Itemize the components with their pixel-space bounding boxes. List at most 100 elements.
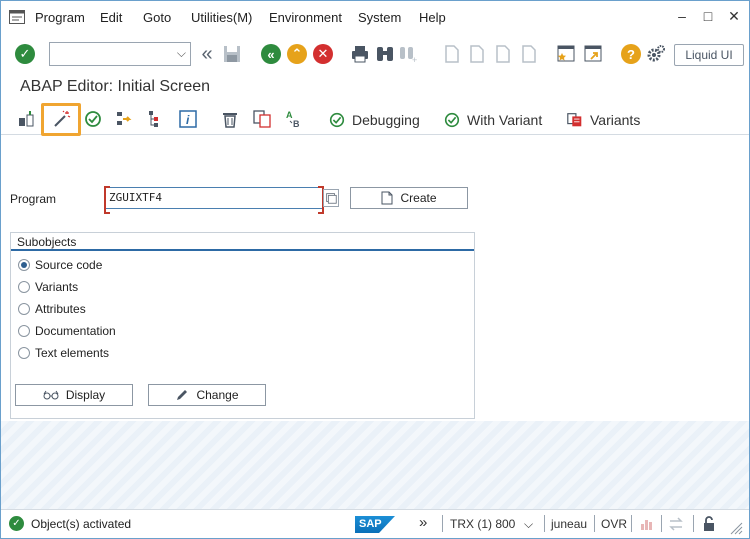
radio-button[interactable]	[18, 347, 30, 359]
change-button[interactable]: Change	[148, 384, 266, 406]
rename-icon[interactable]: A B	[284, 109, 304, 129]
radio-label: Source code	[35, 258, 103, 272]
close-window-icon[interactable]: ✕	[727, 8, 741, 24]
divider	[544, 515, 545, 532]
sap-gui-window: Program Edit Goto Utilities(M) Environme…	[0, 0, 750, 539]
application-toolbar: i A B Debugging With Variant Variants	[1, 103, 749, 136]
window-menu-icon[interactable]	[9, 10, 25, 24]
program-input[interactable]: ZGUIXTF4	[104, 186, 324, 214]
insert-mode: OVR	[601, 517, 628, 531]
create-label: Create	[400, 191, 437, 205]
resize-grip-icon[interactable]	[729, 521, 743, 535]
divider	[442, 515, 443, 532]
back-icon[interactable]: «	[261, 44, 281, 64]
previous-page-icon[interactable]	[467, 44, 487, 64]
exit-icon[interactable]: ⌃	[287, 44, 307, 64]
radio-label: Documentation	[35, 324, 116, 338]
help-icon[interactable]: ?	[621, 44, 641, 64]
radio-label: Text elements	[35, 346, 110, 360]
cancel-icon[interactable]: ✕	[313, 44, 333, 64]
menu-help[interactable]: Help	[419, 10, 446, 25]
radio-button[interactable]	[18, 303, 30, 315]
radio-attributes[interactable]: Attributes	[18, 302, 86, 316]
history-back-icon[interactable]: «	[197, 43, 217, 65]
server-name: juneau	[551, 517, 588, 531]
radio-button[interactable]	[18, 325, 30, 337]
display-button[interactable]: Display	[15, 384, 133, 406]
radio-button[interactable]	[18, 281, 30, 293]
subobjects-group: Subobjects Source code Variants Attribut…	[10, 232, 475, 419]
where-used-icon[interactable]	[115, 109, 135, 129]
window-controls: – □ ✕	[675, 8, 741, 25]
variants-button[interactable]: Variants	[566, 111, 640, 129]
variants-icon	[567, 113, 582, 127]
menu-environment[interactable]: Environment	[269, 10, 342, 25]
with-variant-label: With Variant	[467, 112, 543, 128]
copy-icon[interactable]	[252, 109, 272, 129]
display-glasses-icon	[43, 390, 59, 400]
next-page-icon[interactable]	[493, 44, 513, 64]
debugging-button[interactable]: Debugging	[328, 111, 420, 129]
minimize-icon[interactable]: –	[675, 8, 689, 24]
chevron-down-icon[interactable]: ⌵	[177, 46, 186, 61]
with-variant-icon	[444, 112, 460, 128]
print-icon[interactable]	[350, 44, 370, 64]
divider	[693, 515, 694, 532]
command-field[interactable]: ⌵	[49, 42, 191, 66]
save-icon[interactable]	[222, 44, 242, 64]
last-page-icon[interactable]	[519, 44, 539, 64]
object-list-icon[interactable]	[146, 109, 166, 129]
menu-edit[interactable]: Edit	[100, 10, 122, 25]
value-help-icon[interactable]	[323, 189, 339, 207]
radio-source-code[interactable]: Source code	[18, 258, 102, 272]
sap-logo: SAP	[355, 516, 395, 533]
standard-toolbar: ✓ ⌵ « « ⌃ ✕ + ? Liquid UI	[1, 37, 749, 71]
lock-icon	[704, 516, 714, 531]
first-page-icon[interactable]	[442, 44, 462, 64]
menu-system[interactable]: System	[358, 10, 401, 25]
status-bar: ✓ Object(s) activated SAP » TRX (1) 800 …	[1, 509, 749, 538]
activate-icon[interactable]	[83, 109, 103, 129]
other-object-icon[interactable]	[17, 109, 37, 129]
info-icon[interactable]: i	[178, 109, 198, 129]
svg-text:B: B	[293, 119, 300, 129]
with-variant-button[interactable]: With Variant	[443, 111, 542, 129]
find-next-icon[interactable]: +	[398, 44, 418, 64]
create-button[interactable]: Create	[350, 187, 468, 209]
radio-documentation[interactable]: Documentation	[18, 324, 116, 338]
radio-label: Variants	[35, 280, 79, 294]
check-syntax-wand-icon[interactable]	[52, 109, 72, 129]
expand-status-icon[interactable]: »	[419, 514, 427, 531]
delete-trash-icon[interactable]	[220, 109, 240, 129]
divider	[594, 515, 595, 532]
radio-dot	[21, 262, 27, 268]
maximize-icon[interactable]: □	[701, 8, 715, 24]
menu-goto[interactable]: Goto	[143, 10, 171, 25]
success-check-icon: ✓	[9, 516, 24, 531]
variants-label: Variants	[590, 112, 641, 128]
liquid-ui-button[interactable]: Liquid UI	[674, 44, 744, 66]
divider	[631, 515, 632, 532]
transfer-icon	[669, 517, 683, 531]
radio-text-elements[interactable]: Text elements	[18, 346, 109, 360]
radio-button-selected[interactable]	[18, 259, 30, 271]
display-label: Display	[65, 388, 106, 402]
background-pattern	[1, 421, 749, 509]
menu-program[interactable]: Program	[35, 10, 85, 25]
chart-icon	[641, 520, 652, 530]
find-icon[interactable]	[375, 44, 395, 64]
gear-icon[interactable]	[646, 44, 666, 64]
change-label: Change	[196, 388, 239, 402]
radio-label: Attributes	[35, 302, 86, 316]
status-message[interactable]: Object(s) activated	[31, 517, 131, 531]
chevron-down-icon[interactable]: ⌵	[524, 517, 533, 532]
radio-variants[interactable]: Variants	[18, 280, 78, 294]
create-session-icon[interactable]	[556, 44, 576, 64]
menu-utilities[interactable]: Utilities(M)	[191, 10, 252, 25]
shortcut-icon[interactable]	[583, 44, 603, 64]
page-title: ABAP Editor: Initial Screen	[20, 78, 211, 95]
enter-check-icon[interactable]: ✓	[15, 44, 35, 64]
create-document-icon	[381, 191, 393, 205]
svg-text:+: +	[412, 55, 417, 64]
svg-text:A: A	[286, 110, 293, 120]
